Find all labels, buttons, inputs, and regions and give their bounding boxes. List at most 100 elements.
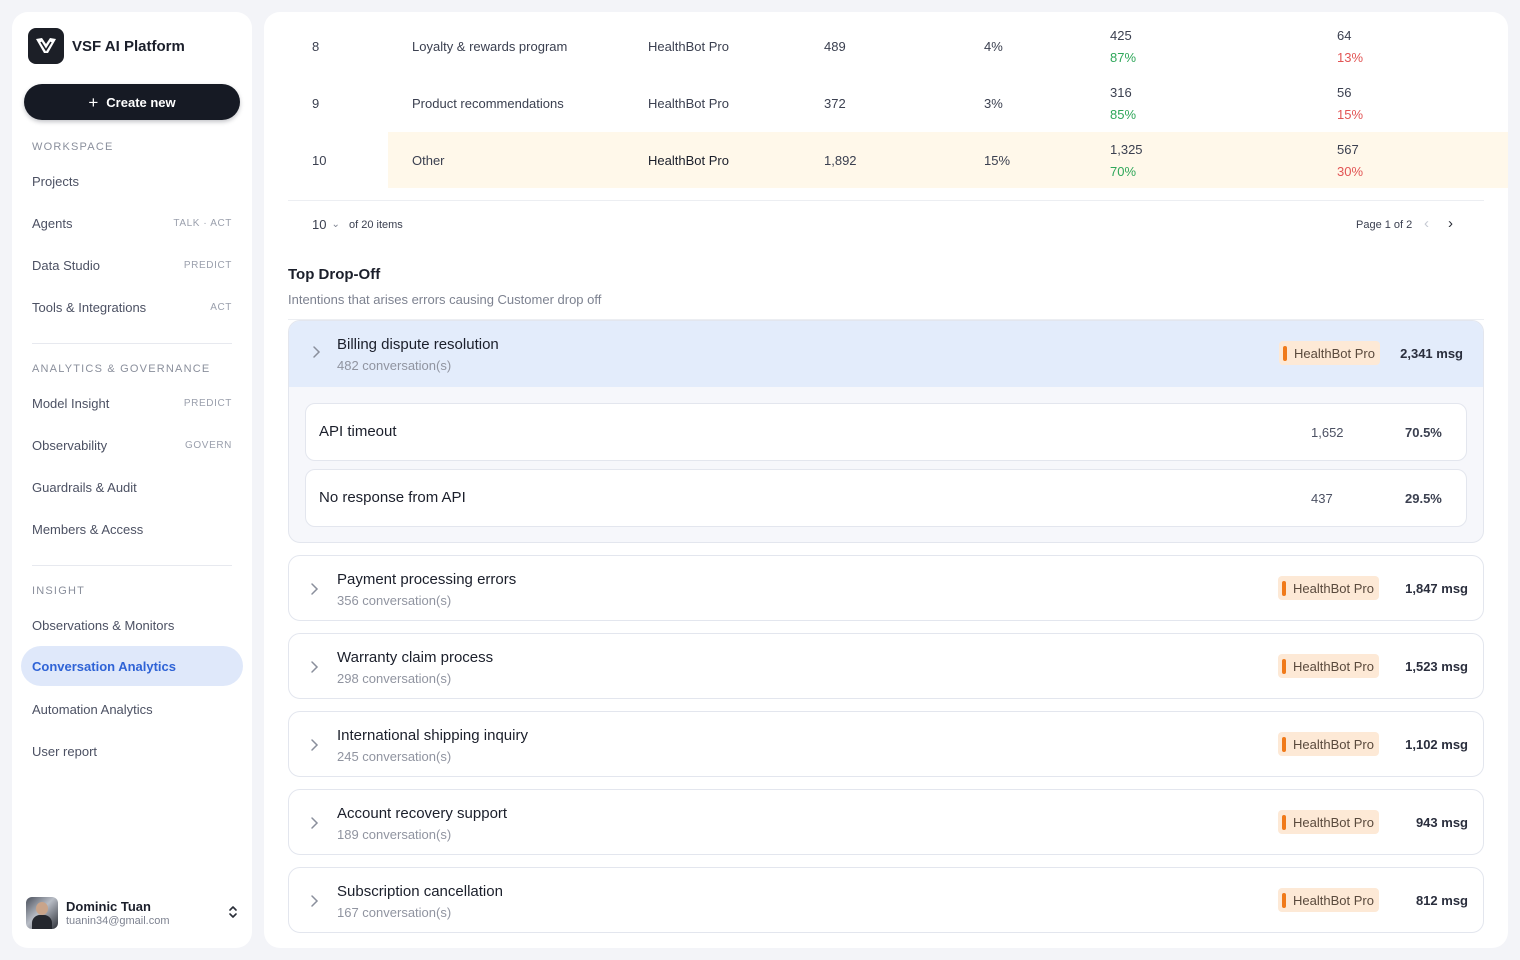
- bot-chip-label: HealthBot Pro: [1293, 736, 1374, 752]
- dropoff-group[interactable]: Account recovery support 189 conversatio…: [288, 789, 1484, 855]
- dropoff-reason-row[interactable]: No response from API 437 29.5%: [305, 469, 1467, 527]
- sidebar-item-label: Guardrails & Audit: [32, 479, 137, 495]
- chevron-right-icon[interactable]: [309, 891, 321, 916]
- user-info: Dominic Tuan tuanin34@gmail.com: [66, 899, 228, 927]
- sidebar-item-automation-analytics[interactable]: Automation Analytics: [21, 689, 243, 729]
- dropoff-group-expanded: Billing dispute resolution 482 conversat…: [288, 320, 1484, 543]
- chevron-right-icon[interactable]: [311, 342, 323, 367]
- sidebar-item-tools-integrations[interactable]: Tools & Integrations ACT: [21, 287, 243, 327]
- user-name: Dominic Tuan: [66, 899, 151, 914]
- table-row[interactable]: 8 Loyalty & rewards program HealthBot Pr…: [288, 18, 1508, 75]
- sidebar-item-tag: GOVERN: [185, 439, 232, 451]
- fail-cell: 567 30%: [1337, 132, 1363, 189]
- group-title: Warranty claim process: [337, 649, 494, 666]
- brand[interactable]: VSF AI Platform: [28, 28, 185, 64]
- chip-bar: [1282, 814, 1286, 830]
- group-conversation-count: 167 conversation(s): [337, 905, 452, 920]
- user-email: tuanin34@gmail.com: [66, 915, 170, 927]
- table-row[interactable]: 9 Product recommendations HealthBot Pro …: [288, 75, 1508, 132]
- dropoff-group-header[interactable]: Billing dispute resolution 482 conversat…: [289, 321, 1483, 387]
- sidebar-item-label: Model Insight: [32, 395, 110, 411]
- sidebar-item-model-insight[interactable]: Model Insight PREDICT: [21, 383, 243, 423]
- count-cell: 489: [824, 39, 846, 54]
- share-cell: 15%: [984, 153, 1011, 168]
- page-size-select[interactable]: 10 ⌄: [312, 217, 340, 232]
- create-new-button[interactable]: + Create new: [24, 84, 240, 120]
- sidebar-item-members-access[interactable]: Members & Access: [21, 509, 243, 549]
- bot-chip-label: HealthBot Pro: [1293, 580, 1374, 596]
- sidebar-item-projects[interactable]: Projects: [21, 161, 243, 201]
- avatar: [26, 897, 58, 929]
- sidebar-item-label: Conversation Analytics: [32, 658, 177, 674]
- message-count: 1,523 msg: [1405, 659, 1468, 674]
- bot-chip: HealthBot Pro: [1278, 888, 1379, 912]
- sidebar-divider: [32, 565, 232, 566]
- bot-chip: HealthBot Pro: [1278, 576, 1379, 600]
- table-row-highlighted[interactable]: 10 Other HealthBot Pro 1,892 15% 1,325 7…: [288, 132, 1508, 189]
- sidebar-item-observations-monitors[interactable]: Observations & Monitors: [21, 605, 243, 645]
- message-count: 1,847 msg: [1405, 581, 1468, 596]
- chip-bar: [1282, 658, 1286, 674]
- reason-label: No response from API: [319, 489, 466, 506]
- bot-cell: HealthBot Pro: [648, 153, 729, 168]
- section-title: Top Drop-Off: [288, 266, 381, 283]
- group-title: Subscription cancellation: [337, 883, 503, 900]
- sidebar-item-label: Agents: [32, 215, 73, 231]
- bot-chip: HealthBot Pro: [1279, 341, 1380, 365]
- group-title: Billing dispute resolution: [337, 336, 499, 353]
- chevron-right-icon[interactable]: [309, 813, 321, 838]
- user-profile[interactable]: Dominic Tuan tuanin34@gmail.com: [26, 895, 238, 931]
- sidebar-item-label: Observations & Monitors: [32, 617, 175, 633]
- chip-bar: [1282, 736, 1286, 752]
- chevron-right-icon[interactable]: ›: [1448, 215, 1453, 232]
- vsf-logo-icon: [28, 28, 64, 64]
- chip-bar: [1282, 892, 1286, 908]
- bot-cell: HealthBot Pro: [648, 96, 729, 111]
- section-label-workspace: WORKSPACE: [32, 141, 114, 153]
- bot-cell: HealthBot Pro: [648, 39, 729, 54]
- sidebar-item-agents[interactable]: Agents TALK · ACT: [21, 203, 243, 243]
- sidebar-item-tag: PREDICT: [183, 259, 232, 271]
- reason-percent: 70.5%: [1405, 425, 1442, 440]
- dropoff-reason-row[interactable]: API timeout 1,652 70.5%: [305, 403, 1467, 461]
- success-cell: 316 85%: [1110, 75, 1136, 132]
- chevron-down-icon: ⌄: [331, 219, 340, 230]
- sidebar-item-label: User report: [32, 743, 98, 759]
- message-count: 812 msg: [1415, 893, 1468, 908]
- chevron-right-icon[interactable]: [309, 579, 321, 604]
- sidebar-item-observability[interactable]: Observability GOVERN: [21, 425, 243, 465]
- sidebar-item-data-studio[interactable]: Data Studio PREDICT: [21, 245, 243, 285]
- bot-chip: HealthBot Pro: [1278, 810, 1379, 834]
- pagination-total: of 20 items: [349, 219, 403, 231]
- chevron-right-icon[interactable]: [309, 657, 321, 682]
- reason-label: API timeout: [319, 423, 397, 440]
- chip-bar: [1283, 345, 1287, 361]
- dropoff-group[interactable]: Subscription cancellation 167 conversati…: [288, 867, 1484, 933]
- sidebar-item-label: Members & Access: [32, 521, 144, 537]
- chevron-left-icon[interactable]: ‹: [1424, 215, 1429, 232]
- pagination-page: Page 1 of 2: [1356, 219, 1413, 231]
- group-title: International shipping inquiry: [337, 727, 528, 744]
- dropoff-group[interactable]: Warranty claim process 298 conversation(…: [288, 633, 1484, 699]
- expand-collapse-icon[interactable]: [228, 905, 238, 922]
- sidebar-item-label: Observability: [32, 437, 108, 453]
- sidebar-item-tag: PREDICT: [183, 397, 232, 409]
- section-label-analytics: ANALYTICS & GOVERNANCE: [32, 363, 211, 375]
- group-title: Account recovery support: [337, 805, 508, 822]
- bot-chip-label: HealthBot Pro: [1293, 658, 1374, 674]
- share-cell: 4%: [984, 39, 1003, 54]
- dropoff-group[interactable]: International shipping inquiry 245 conve…: [288, 711, 1484, 777]
- sidebar-item-user-report[interactable]: User report: [21, 731, 243, 771]
- sidebar-item-tag: TALK · ACT: [173, 217, 232, 229]
- fail-count: 64: [1337, 27, 1352, 43]
- bot-chip: HealthBot Pro: [1278, 654, 1379, 678]
- chevron-right-icon[interactable]: [309, 735, 321, 760]
- dropoff-group[interactable]: Payment processing errors 356 conversati…: [288, 555, 1484, 621]
- sidebar-item-tag: ACT: [210, 301, 232, 313]
- sidebar-item-label: Projects: [32, 173, 79, 189]
- intent-cell: Other: [412, 153, 445, 168]
- sidebar-item-guardrails-audit[interactable]: Guardrails & Audit: [21, 467, 243, 507]
- sidebar-item-conversation-analytics[interactable]: Conversation Analytics: [21, 646, 243, 686]
- reason-count: 437: [1311, 491, 1333, 506]
- chip-bar: [1282, 580, 1286, 596]
